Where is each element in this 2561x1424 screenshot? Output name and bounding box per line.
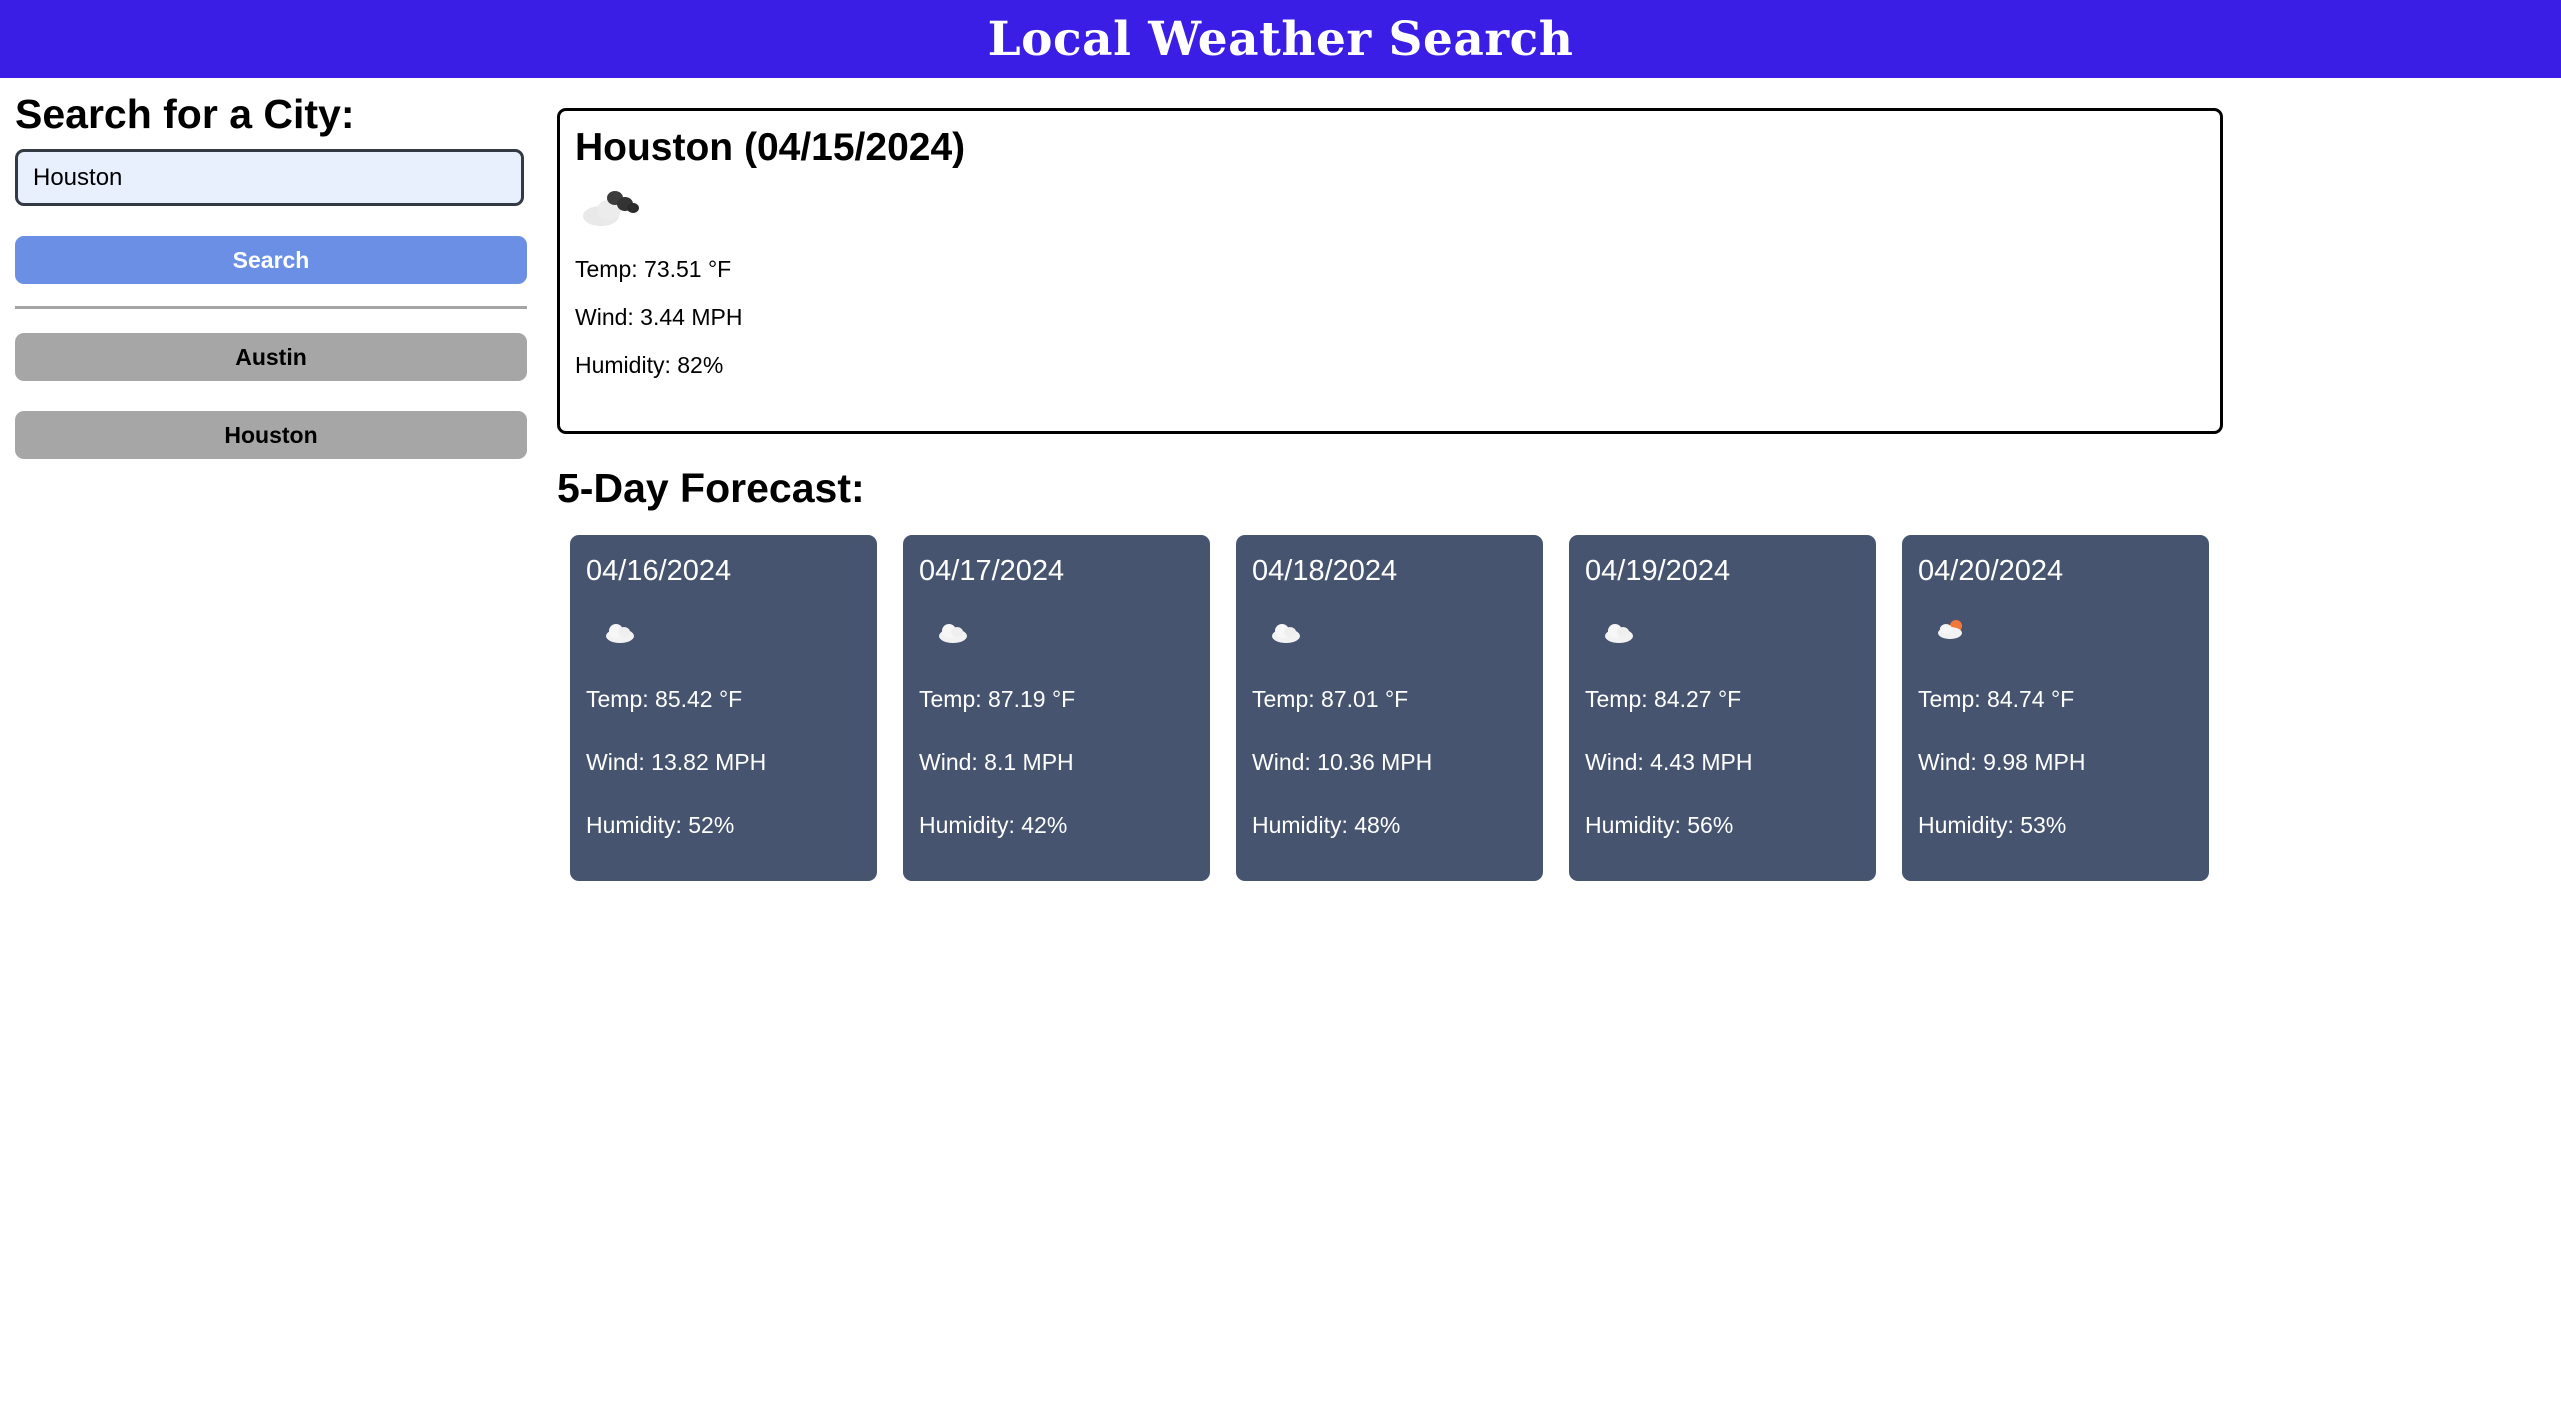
forecast-date: 04/17/2024: [919, 555, 1065, 588]
partly-cloudy-icon: [1938, 620, 1962, 640]
current-city-title: Houston (04/15/2024): [575, 126, 966, 169]
forecast-humidity: Humidity: 52%: [586, 812, 735, 839]
current-weather-panel: Houston (04/15/2024) Temp: 73.51 °F Wind…: [557, 108, 2223, 434]
page-header: Local Weather Search: [0, 0, 2561, 78]
search-sidebar: Search for a City: Search Austin Houston: [15, 78, 527, 460]
forecast-card: 04/20/2024 Temp: 84.74 °F Wind: 9.98 MPH…: [1902, 535, 2209, 882]
city-search-input[interactable]: [15, 149, 524, 207]
cloud-icon: [1605, 624, 1633, 644]
forecast-humidity: Humidity: 53%: [1918, 812, 2067, 839]
forecast-card: 04/18/2024 Temp: 87.01 °F Wind: 10.36 MP…: [1236, 535, 1543, 882]
cloud-icon: [606, 624, 634, 644]
search-button[interactable]: Search: [15, 236, 527, 285]
forecast-card: 04/16/2024 Temp: 85.42 °F Wind: 13.82 MP…: [570, 535, 877, 882]
forecast-temp: Temp: 84.74 °F: [1918, 686, 2075, 713]
forecast-heading: 5-Day Forecast:: [557, 465, 865, 511]
history-button-houston[interactable]: Houston: [15, 411, 527, 460]
forecast-date: 04/16/2024: [586, 555, 732, 588]
search-heading: Search for a City:: [15, 91, 355, 137]
current-temp: Temp: 73.51 °F: [575, 255, 732, 282]
forecast-wind: Wind: 9.98 MPH: [1918, 749, 2086, 776]
forecast-temp: Temp: 84.27 °F: [1585, 686, 1742, 713]
sidebar-divider: [15, 306, 527, 310]
broken-clouds-icon: [583, 190, 639, 226]
forecast-wind: Wind: 10.36 MPH: [1252, 749, 1433, 776]
forecast-humidity: Humidity: 56%: [1585, 812, 1734, 839]
forecast-card: 04/19/2024 Temp: 84.27 °F Wind: 4.43 MPH…: [1569, 535, 1876, 882]
forecast-date: 04/20/2024: [1918, 555, 2064, 588]
forecast-temp: Temp: 87.19 °F: [919, 686, 1076, 713]
current-wind: Wind: 3.44 MPH: [575, 303, 743, 330]
cloud-icon: [1272, 624, 1300, 644]
forecast-humidity: Humidity: 48%: [1252, 812, 1401, 839]
forecast-wind: Wind: 8.1 MPH: [919, 749, 1074, 776]
forecast-date: 04/18/2024: [1252, 555, 1398, 588]
forecast-temp: Temp: 87.01 °F: [1252, 686, 1409, 713]
current-humidity: Humidity: 82%: [575, 351, 724, 378]
history-button-austin[interactable]: Austin: [15, 333, 527, 382]
forecast-wind: Wind: 4.43 MPH: [1585, 749, 1753, 776]
page-title: Local Weather Search: [987, 11, 1574, 67]
forecast-temp: Temp: 85.42 °F: [586, 686, 743, 713]
forecast-humidity: Humidity: 42%: [919, 812, 1068, 839]
forecast-date: 04/19/2024: [1585, 555, 1731, 588]
cloud-icon: [939, 624, 967, 644]
weather-content: Houston (04/15/2024) Temp: 73.51 °F Wind…: [557, 108, 2223, 882]
forecast-wind: Wind: 13.82 MPH: [586, 749, 767, 776]
forecast-card: 04/17/2024 Temp: 87.19 °F Wind: 8.1 MPH …: [903, 535, 1210, 882]
forecast-cards: 04/16/2024 Temp: 85.42 °F Wind: 13.82 MP…: [557, 535, 2223, 882]
